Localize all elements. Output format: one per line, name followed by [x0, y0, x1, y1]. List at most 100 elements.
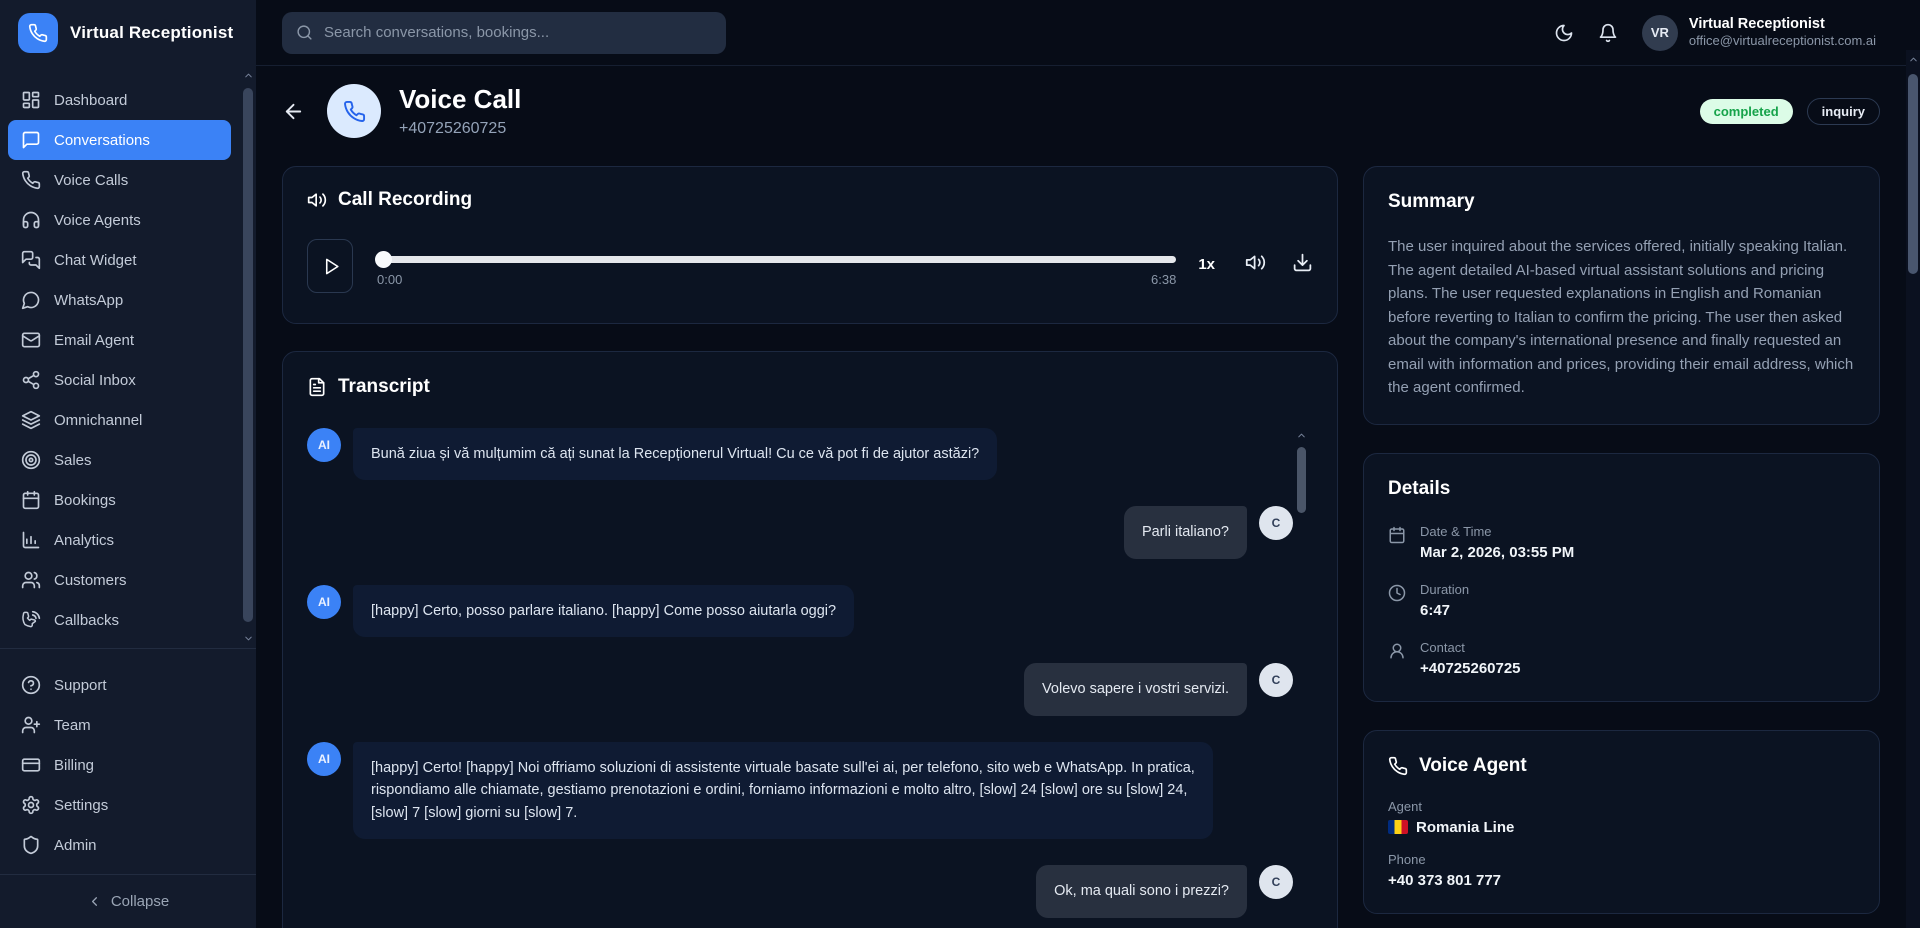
transcript-scrollbar[interactable]	[1296, 430, 1307, 513]
sidebar-item-support[interactable]: Support	[8, 665, 231, 705]
sidebar-item-label: WhatsApp	[54, 292, 123, 309]
download-button[interactable]	[1292, 252, 1313, 273]
details-title: Details	[1388, 478, 1855, 500]
sidebar-item-sales[interactable]: Sales	[8, 440, 231, 480]
sidebar-scrollbar-thumb[interactable]	[243, 88, 253, 622]
search-box[interactable]	[282, 12, 726, 54]
current-time: 0:00	[377, 272, 402, 287]
window-scrollbar-thumb[interactable]	[1908, 74, 1918, 274]
topbar-actions: VR Virtual Receptionist office@virtualre…	[1554, 15, 1876, 51]
app-logo	[18, 13, 58, 53]
sidebar-item-omnichannel[interactable]: Omnichannel	[8, 400, 231, 440]
user-email: office@virtualreceptionist.com.ai	[1689, 33, 1876, 49]
bar-chart-icon	[21, 530, 41, 550]
collapse-label: Collapse	[111, 893, 169, 910]
chevron-up-icon[interactable]	[1906, 50, 1920, 65]
sidebar-item-label: Sales	[54, 452, 92, 469]
user-menu[interactable]: VR Virtual Receptionist office@virtualre…	[1642, 15, 1876, 51]
sidebar-item-callbacks[interactable]: Callbacks	[8, 600, 231, 640]
sidebar-item-label: Conversations	[54, 132, 150, 149]
sidebar-scrollbar[interactable]	[242, 70, 254, 644]
transcript-message-ai: AIBună ziua și vă mulțumim că ați sunat …	[307, 428, 1293, 480]
content-columns: Call Recording 0:00	[282, 166, 1880, 928]
search-input[interactable]	[324, 24, 712, 41]
dashboard-icon	[21, 90, 41, 110]
sidebar-item-label: Team	[54, 717, 91, 734]
summary-text: The user inquired about the services off…	[1388, 235, 1855, 400]
search-icon	[296, 24, 313, 41]
playback-speed-button[interactable]: 1x	[1198, 256, 1215, 273]
calendar-icon	[21, 490, 41, 510]
chevron-up-icon[interactable]	[1296, 430, 1307, 441]
sidebar-item-label: Callbacks	[54, 612, 119, 629]
detail-row-contact: Contact+40725260725	[1388, 640, 1855, 677]
romania-flag-icon	[1388, 820, 1408, 834]
sidebar-item-whatsapp[interactable]: WhatsApp	[8, 280, 231, 320]
chat-widget-icon	[21, 250, 41, 270]
window-scrollbar[interactable]	[1906, 50, 1920, 928]
notifications-button[interactable]	[1598, 23, 1618, 43]
summary-title: Summary	[1388, 191, 1855, 213]
back-button[interactable]	[282, 100, 305, 123]
seek-slider-thumb[interactable]	[375, 251, 392, 268]
sidebar-item-voice-calls[interactable]: Voice Calls	[8, 160, 231, 200]
sidebar-item-social-inbox[interactable]: Social Inbox	[8, 360, 231, 400]
sidebar-item-billing[interactable]: Billing	[8, 745, 231, 785]
sidebar-item-analytics[interactable]: Analytics	[8, 520, 231, 560]
share-icon	[21, 370, 41, 390]
status-badge-inquiry: inquiry	[1807, 98, 1880, 125]
sidebar-item-label: Bookings	[54, 492, 116, 509]
left-column: Call Recording 0:00	[282, 166, 1338, 928]
sidebar-item-customers[interactable]: Customers	[8, 560, 231, 600]
chevron-down-icon[interactable]	[242, 633, 254, 644]
time-row: 0:00 6:38	[377, 272, 1176, 287]
agent-name: Romania Line	[1416, 819, 1514, 836]
seek-slider[interactable]	[377, 256, 1176, 263]
sidebar-item-voice-agents[interactable]: Voice Agents	[8, 200, 231, 240]
message-bubble: Bună ziua și vă mulțumim că ați sunat la…	[353, 428, 997, 480]
right-column: Summary The user inquired about the serv…	[1363, 166, 1880, 914]
volume-button[interactable]	[1245, 252, 1266, 273]
collapse-button[interactable]: Collapse	[0, 874, 256, 928]
credit-card-icon	[21, 755, 41, 775]
call-recording-card: Call Recording 0:00	[282, 166, 1338, 324]
sidebar-item-conversations[interactable]: Conversations	[8, 120, 231, 160]
sidebar-item-label: Dashboard	[54, 92, 127, 109]
sidebar-item-bookings[interactable]: Bookings	[8, 480, 231, 520]
sidebar-item-team[interactable]: Team	[8, 705, 231, 745]
sidebar-nav: Dashboard Conversations Voice CallsVoice A…	[0, 66, 256, 648]
calendar-icon	[1388, 526, 1406, 561]
arrow-left-icon	[282, 100, 305, 123]
sidebar-item-label: Billing	[54, 757, 94, 774]
transcript-message-customer: Parli italiano?C	[307, 506, 1293, 558]
chevron-up-icon[interactable]	[242, 70, 254, 81]
detail-value: 6:47	[1420, 602, 1469, 619]
theme-toggle-button[interactable]	[1554, 23, 1574, 43]
sidebar-item-label: Support	[54, 677, 107, 694]
play-icon	[320, 257, 341, 276]
transcript-message-ai: AI[happy] Certo! [happy] Noi offriamo so…	[307, 742, 1293, 839]
phone-icon	[1388, 756, 1408, 776]
message-list: AIBună ziua și vă mulțumim că ați sunat …	[307, 428, 1313, 928]
audio-player: 0:00 6:38 1x	[307, 239, 1313, 293]
page-content: Voice Call +40725260725 completedinquiry…	[256, 66, 1920, 928]
play-button[interactable]	[307, 239, 353, 293]
volume-icon	[1245, 252, 1266, 273]
sidebar-item-label: Analytics	[54, 532, 114, 549]
clock-icon	[1388, 584, 1406, 619]
sidebar-item-dashboard[interactable]: Dashboard	[8, 80, 231, 120]
sidebar-item-chat-widget[interactable]: Chat Widget	[8, 240, 231, 280]
transcript-scrollbar-thumb[interactable]	[1297, 447, 1306, 513]
sidebar-item-settings[interactable]: Settings	[8, 785, 231, 825]
transcript-card: Transcript AIBună ziua și vă mulțumim că…	[282, 351, 1338, 928]
message-bubble: [happy] Certo, posso parlare italiano. […	[353, 585, 854, 637]
status-badges: completedinquiry	[1700, 98, 1880, 125]
sidebar-item-admin[interactable]: Admin	[8, 825, 231, 865]
detail-label: Duration	[1420, 582, 1469, 597]
sidebar-item-email-agent[interactable]: Email Agent	[8, 320, 231, 360]
moon-icon	[1554, 23, 1574, 43]
detail-value: +40725260725	[1420, 660, 1521, 677]
phone-callback-icon	[21, 610, 41, 630]
voice-agent-title: Voice Agent	[1419, 755, 1527, 777]
summary-card: Summary The user inquired about the serv…	[1363, 166, 1880, 425]
